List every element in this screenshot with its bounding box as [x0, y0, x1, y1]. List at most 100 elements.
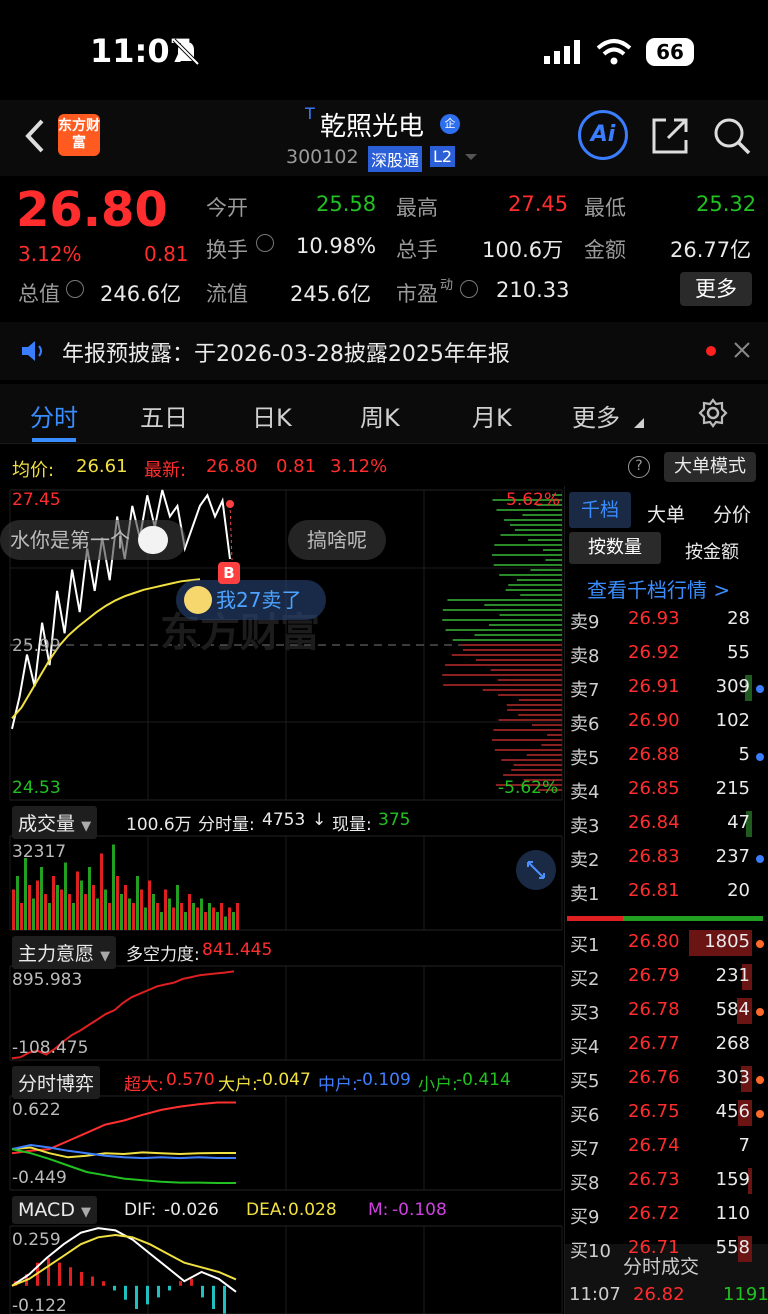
- ask-row[interactable]: 卖7 26.91 309: [568, 672, 768, 706]
- status-bar: 11:07 66: [0, 0, 768, 100]
- info-icon[interactable]: [460, 280, 478, 298]
- connect-tag: 深股通: [368, 146, 423, 172]
- info-icon[interactable]: [66, 280, 84, 298]
- level-label: 卖6: [570, 714, 600, 735]
- tab-price-distribution[interactable]: 分价: [713, 500, 751, 527]
- tab-five-day[interactable]: 五日: [140, 398, 188, 433]
- depth-bar: [514, 529, 562, 531]
- level-label: 卖7: [570, 680, 600, 701]
- more-button[interactable]: 更多: [680, 272, 752, 306]
- comment-bubble[interactable]: 搞啥呢: [288, 520, 386, 560]
- game-top-tick: 0.622: [12, 1100, 61, 1120]
- macd-indicator-select[interactable]: MACD ▼: [12, 1196, 98, 1224]
- bid-row[interactable]: 买10 26.71 558: [568, 1233, 768, 1267]
- bid-row[interactable]: 买5 26.76 303: [568, 1063, 768, 1097]
- level-label: 买5: [570, 1071, 600, 1092]
- ask-row[interactable]: 卖5 26.88 5: [568, 740, 768, 774]
- depth-bar: [493, 564, 562, 566]
- volume-bar: [156, 903, 159, 930]
- bid-row[interactable]: 买3 26.78 584: [568, 995, 768, 1029]
- game-indicator-select[interactable]: 分时博弈: [12, 1066, 101, 1099]
- volume-bar: [216, 912, 219, 930]
- brand-logo[interactable]: 东方财富: [58, 114, 100, 156]
- bid-row[interactable]: 买8 26.73 159: [568, 1165, 768, 1199]
- level-volume: 237: [715, 846, 750, 867]
- ask-row[interactable]: 卖9 26.93 28: [568, 604, 768, 638]
- level-label: 卖9: [570, 612, 600, 633]
- chevron-down-icon[interactable]: [464, 152, 478, 162]
- volume-bar: [48, 903, 51, 930]
- by-amount-button[interactable]: 按金额: [685, 538, 739, 564]
- help-icon[interactable]: ?: [628, 456, 650, 478]
- force-bottom-tick: -108.475: [12, 1038, 89, 1058]
- level-volume: 309: [715, 676, 750, 697]
- pe-label: 市盈: [396, 282, 438, 306]
- bid-row[interactable]: 买4 26.77 268: [568, 1029, 768, 1063]
- gear-icon[interactable]: [698, 398, 728, 428]
- close-icon[interactable]: [734, 342, 750, 358]
- tab-daily-k[interactable]: 日K: [252, 398, 292, 433]
- back-icon[interactable]: [22, 118, 48, 154]
- macd-bar: [157, 1285, 160, 1298]
- depth-bar: [497, 679, 562, 681]
- expand-icon: [527, 861, 545, 879]
- macd-bar: [168, 1285, 171, 1291]
- bid-row[interactable]: 买6 26.75 456: [568, 1097, 768, 1131]
- volume-bar: [108, 903, 111, 930]
- dropdown-icon: ▼: [81, 819, 92, 834]
- expand-button[interactable]: [516, 850, 556, 890]
- depth-bar: [507, 709, 562, 711]
- volume-bar: [92, 885, 95, 930]
- search-icon[interactable]: [712, 116, 752, 156]
- macd-m-label: M:: [368, 1200, 389, 1220]
- volume-indicator-select[interactable]: 成交量 ▼: [12, 806, 98, 839]
- buy-marker[interactable]: B: [218, 562, 240, 584]
- view-levels-link[interactable]: 查看千档行情 >: [587, 574, 730, 603]
- tab-weekly-k[interactable]: 周K: [360, 398, 400, 433]
- depth-bar: [475, 659, 562, 661]
- tab-big-orders[interactable]: 大单: [647, 500, 685, 527]
- force-indicator-select[interactable]: 主力意愿 ▼: [12, 936, 117, 969]
- stock-name[interactable]: 乾照光电: [320, 106, 424, 143]
- tab-thousand-levels[interactable]: 千档: [569, 492, 631, 528]
- latest-change: 0.81: [276, 456, 317, 477]
- volume-bar: [68, 894, 71, 930]
- depth-bar: [522, 514, 562, 516]
- depth-bar: [447, 599, 562, 601]
- open-value: 25.58: [316, 192, 377, 216]
- ask-row[interactable]: 卖8 26.92 55: [568, 638, 768, 672]
- pe-dynamic-sup: 动: [440, 278, 454, 293]
- notice-bar[interactable]: 年报预披露：于2026-03-28披露2025年年报: [0, 322, 768, 380]
- bid-row[interactable]: 买7 26.74 7: [568, 1131, 768, 1165]
- tab-intraday[interactable]: 分时: [30, 398, 78, 433]
- bid-row[interactable]: 买2 26.79 231: [568, 961, 768, 995]
- depth-bar: [518, 699, 562, 701]
- bid-row[interactable]: 买1 26.80 1805: [568, 927, 768, 961]
- tab-monthly-k[interactable]: 月K: [472, 398, 512, 433]
- level-volume: 558: [715, 1237, 750, 1258]
- level-price: 26.75: [628, 1101, 680, 1122]
- depth-bar: [494, 749, 562, 751]
- big-order-mode-button[interactable]: 大单模式: [664, 452, 756, 482]
- ai-button[interactable]: Ai: [578, 110, 628, 160]
- ask-row[interactable]: 卖1 26.81 20: [568, 876, 768, 910]
- force-metric-label: 多空力度:: [126, 945, 200, 965]
- ask-row[interactable]: 卖6 26.90 102: [568, 706, 768, 740]
- level-label: 买7: [570, 1139, 600, 1160]
- bid-row[interactable]: 买9 26.72 110: [568, 1199, 768, 1233]
- tab-more[interactable]: 更多: [572, 398, 620, 433]
- level-price: 26.74: [628, 1135, 680, 1156]
- ask-row[interactable]: 卖3 26.84 47: [568, 808, 768, 842]
- dropdown-icon: ▼: [100, 949, 111, 964]
- ask-row[interactable]: 卖2 26.83 237: [568, 842, 768, 876]
- depth-bar: [547, 734, 562, 736]
- force-label: 主力意愿: [18, 943, 95, 965]
- share-icon[interactable]: [650, 116, 690, 156]
- now-vol: 375: [378, 810, 411, 830]
- by-quantity-button[interactable]: 按数量: [569, 532, 661, 564]
- avg-value: 26.61: [76, 456, 128, 477]
- info-icon[interactable]: [256, 234, 274, 252]
- ask-row[interactable]: 卖4 26.85 215: [568, 774, 768, 808]
- depth-bar: [463, 649, 562, 651]
- volume-top-tick: 32317: [12, 842, 67, 862]
